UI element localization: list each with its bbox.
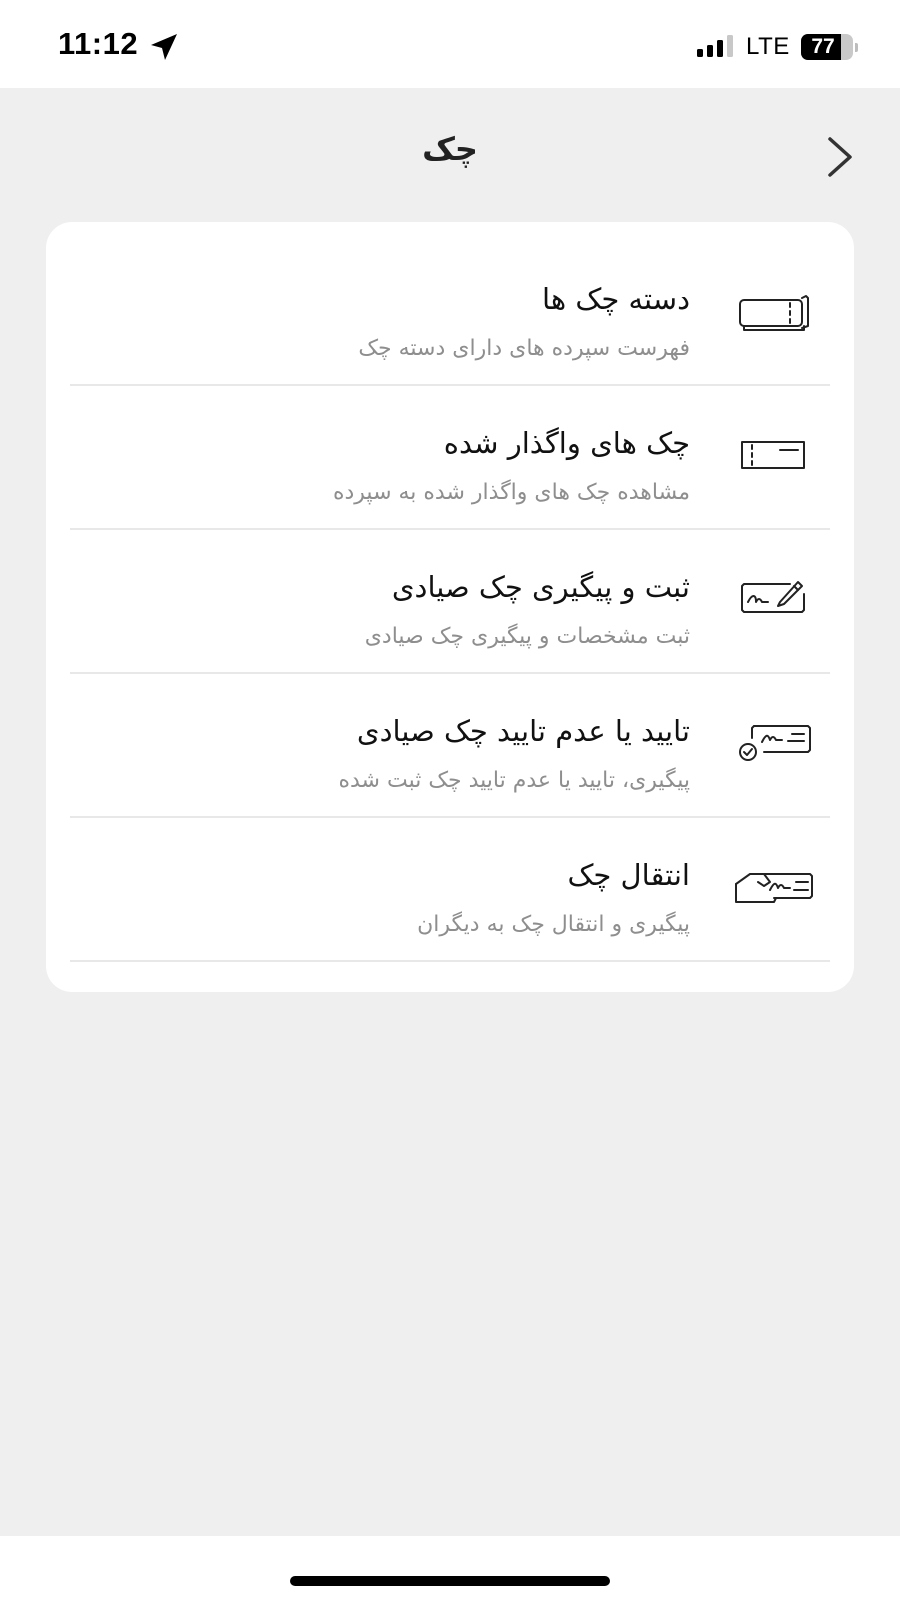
header: چک: [0, 88, 900, 218]
battery-body: 77: [801, 34, 853, 60]
battery-indicator: 77: [801, 34, 858, 60]
home-indicator[interactable]: [290, 1576, 610, 1586]
cheque-icon: [741, 441, 805, 469]
menu-item-transfer-cheque[interactable]: انتقال چک پیگیری و انتقال چک به دیگران: [70, 816, 830, 962]
menu-item-subtitle: پیگیری، تایید یا عدم تایید چک ثبت شده: [338, 768, 690, 793]
menu-item-subtitle: فهرست سپرده های دارای دسته چک: [358, 336, 690, 361]
cheque-menu-card: دسته چک ها فهرست سپرده های دارای دسته چک…: [46, 222, 854, 992]
menu-item-checkbooks[interactable]: دسته چک ها فهرست سپرده های دارای دسته چک: [70, 240, 830, 386]
chevron-right-icon: [828, 137, 852, 177]
menu-item-title: تایید یا عدم تایید چک صیادی: [356, 714, 690, 748]
menu-item-subtitle: مشاهده چک های واگذار شده به سپرده: [332, 480, 690, 505]
menu-item-title: دسته چک ها: [542, 282, 690, 316]
status-bar: 11:12 LTE 77: [0, 0, 900, 88]
transfer-cheque-icon: [735, 873, 813, 903]
battery-level: 77: [811, 35, 835, 58]
menu-item-subtitle: ثبت مشخصات و پیگیری چک صیادی: [364, 624, 690, 649]
menu-item-title: انتقال چک: [567, 858, 690, 892]
page-title: چک: [422, 130, 478, 168]
menu-item-verify-sayad-cheque[interactable]: تایید یا عدم تایید چک صیادی پیگیری، تایی…: [70, 672, 830, 818]
menu-item-subtitle: پیگیری و انتقال چک به دیگران: [417, 912, 690, 937]
battery-cap: [855, 43, 858, 52]
menu-item-assigned-cheques[interactable]: چک های واگذار شده مشاهده چک های واگذار ش…: [70, 384, 830, 530]
home-area: [0, 1536, 900, 1600]
location-arrow-icon: [151, 34, 177, 60]
network-label: LTE: [746, 33, 790, 60]
menu-item-title: ثبت و پیگیری چک صیادی: [391, 570, 690, 604]
back-button[interactable]: [820, 132, 860, 182]
checkbook-icon: [739, 295, 809, 331]
sign-cheque-icon: [741, 581, 805, 613]
menu-item-title: چک های واگذار شده: [443, 426, 690, 460]
signal-icon: [697, 35, 733, 57]
verify-cheque-icon: [739, 725, 811, 761]
menu-item-register-sayad-cheque[interactable]: ثبت و پیگیری چک صیادی ثبت مشخصات و پیگیر…: [70, 528, 830, 674]
status-time: 11:12: [58, 26, 139, 61]
